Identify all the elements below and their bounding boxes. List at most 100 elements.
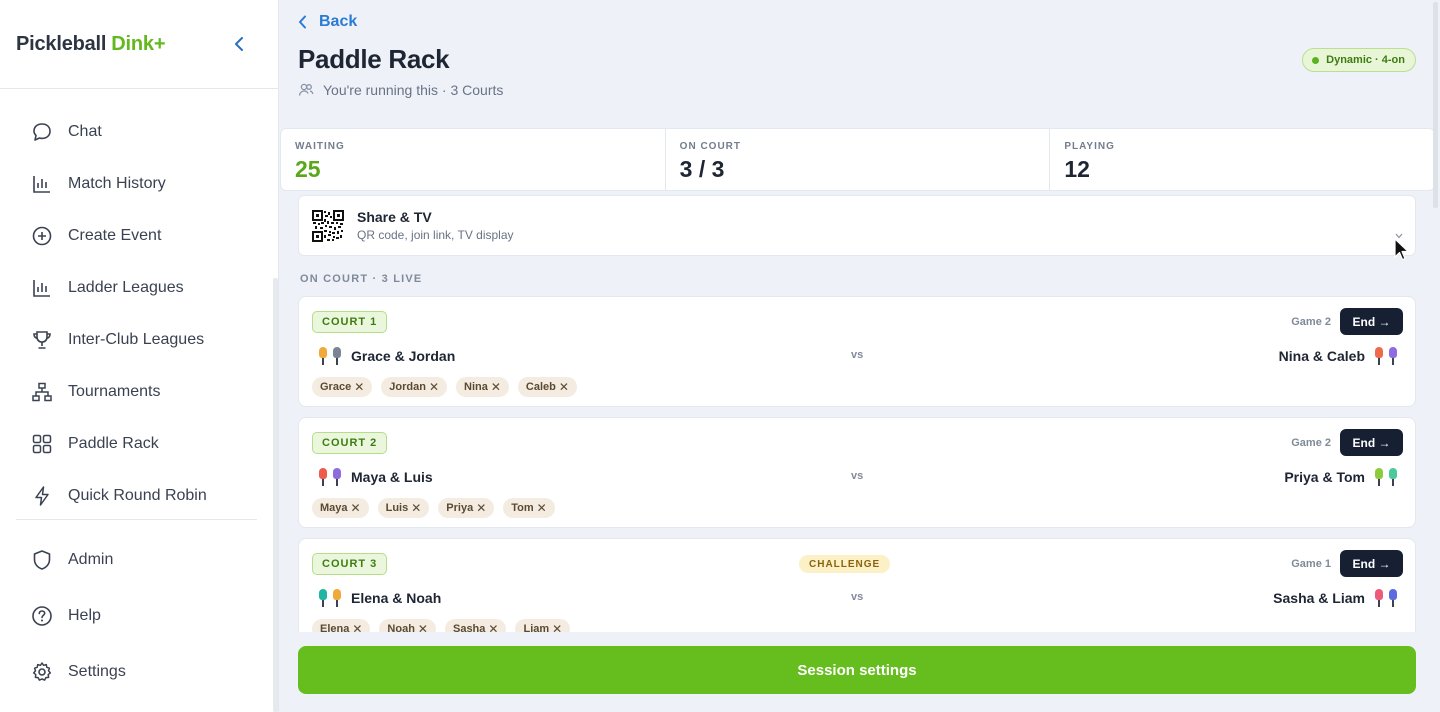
lightning-icon — [30, 484, 54, 508]
share-title: Share & TV — [357, 209, 432, 225]
remove-icon[interactable]: ✕ — [476, 501, 486, 515]
paddle-icon — [1375, 468, 1383, 486]
sidebar-item-label: Ladder Leagues — [68, 279, 184, 296]
player-chip-label: Caleb — [525, 381, 556, 393]
subtitle-text: You're running this · 3 Courts — [323, 82, 504, 98]
share-text: Share & TV QR code, join link, TV displa… — [357, 209, 514, 242]
sidebar-item-label: Inter-Club Leagues — [68, 331, 205, 348]
remove-icon[interactable]: ✕ — [559, 380, 569, 394]
sidebar-item-label: Paddle Rack — [68, 435, 159, 452]
stat-label: PLAYING — [1064, 141, 1115, 152]
back-label: Back — [319, 13, 358, 30]
paddle-icon — [319, 589, 327, 607]
sidebar-item-label: Tournaments — [68, 383, 161, 400]
sidebar-item-label: Quick Round Robin — [68, 487, 207, 504]
sidebar-bottom-nav: Admin Help Settings — [0, 532, 279, 700]
shield-icon — [30, 548, 54, 572]
main-scrollbar[interactable] — [1433, 2, 1438, 208]
remove-icon[interactable]: ✕ — [429, 380, 439, 394]
remove-icon[interactable]: ✕ — [354, 380, 364, 394]
help-circle-icon — [30, 604, 54, 628]
paddle-icon — [1375, 589, 1383, 607]
player-chip-label: Maya — [320, 502, 348, 514]
end-game-button[interactable]: End → — [1340, 429, 1403, 456]
team-left: Elena & Noah — [316, 589, 441, 607]
session-settings-button[interactable]: Session settings — [298, 646, 1416, 694]
team-right: Nina & Caleb — [1279, 347, 1400, 365]
team-left: Maya & Luis — [316, 468, 433, 486]
team-name: Nina & Caleb — [1278, 348, 1365, 364]
player-chip[interactable]: Priya ✕ — [438, 498, 495, 518]
sidebar-divider — [16, 519, 257, 520]
court-badge: COURT 2 — [312, 432, 388, 454]
sidebar-item-settings[interactable]: Settings — [0, 644, 279, 700]
sidebar-item-label: Create Event — [68, 227, 162, 244]
grid-icon — [30, 432, 54, 456]
mode-badge: Dynamic · 4-on — [1302, 48, 1416, 72]
collapse-sidebar-icon[interactable] — [230, 34, 248, 54]
end-game-button[interactable]: End → — [1340, 308, 1403, 335]
paddle-icon — [1389, 589, 1397, 607]
share-subtitle: QR code, join link, TV display — [357, 228, 514, 242]
player-chip-label: Nina — [464, 381, 488, 393]
sidebar-item-label: Settings — [68, 663, 126, 680]
player-chips: Grace ✕ Jordan ✕ Nina ✕ Caleb ✕ — [312, 377, 577, 397]
sidebar-item-paddle-rack[interactable]: Paddle Rack — [0, 418, 279, 470]
sidebar-item-chat[interactable]: Chat — [0, 106, 279, 158]
stats-bar: WAITING 25 ON COURT 3 / 3 PLAYING 12 — [280, 128, 1435, 191]
vs-label: vs — [851, 591, 864, 603]
bar-chart-icon — [30, 172, 54, 196]
player-chip[interactable]: Maya ✕ — [312, 498, 369, 518]
sidebar-item-create-event[interactable]: Create Event — [0, 210, 279, 262]
player-chip[interactable]: Grace ✕ — [312, 377, 373, 397]
sidebar-item-match-history[interactable]: Match History — [0, 158, 279, 210]
share-tv-panel[interactable]: Share & TV QR code, join link, TV displa… — [298, 195, 1416, 256]
game-number: Game 1 — [1291, 558, 1331, 570]
brand-header: Pickleball Dink+ — [0, 0, 278, 89]
app-logo[interactable]: Pickleball Dink+ — [16, 33, 166, 56]
trophy-icon — [30, 328, 54, 352]
sidebar-item-label: Chat — [68, 123, 102, 140]
paddle-icon — [333, 347, 341, 365]
end-game-button[interactable]: End → — [1340, 550, 1403, 577]
player-chip-label: Jordan — [389, 381, 426, 393]
paddle-icon — [333, 589, 341, 607]
remove-icon[interactable]: ✕ — [351, 501, 361, 515]
player-chip[interactable]: Caleb ✕ — [517, 377, 577, 397]
sidebar-item-help[interactable]: Help — [0, 588, 279, 644]
back-link[interactable]: Back — [298, 13, 357, 31]
sidebar-item-admin[interactable]: Admin — [0, 532, 279, 588]
challenge-badge: CHALLENGE — [799, 555, 891, 573]
team-name: Elena & Noah — [351, 590, 442, 606]
paddle-icon — [1389, 347, 1397, 365]
sidebar-scrollbar[interactable] — [273, 278, 278, 712]
player-chip[interactable]: Jordan ✕ — [381, 377, 448, 397]
status-dot-icon — [1312, 56, 1320, 64]
plus-circle-icon — [30, 224, 54, 248]
sidebar-item-ladder-leagues[interactable]: Ladder Leagues — [0, 262, 279, 314]
stat-playing: PLAYING 12 — [1050, 129, 1434, 190]
remove-icon[interactable]: ✕ — [411, 501, 421, 515]
sidebar-item-inter-club-leagues[interactable]: Inter-Club Leagues — [0, 314, 279, 366]
sidebar-item-label: Match History — [68, 175, 166, 192]
chevron-left-icon — [298, 15, 307, 29]
player-chip[interactable]: Luis ✕ — [377, 498, 430, 518]
sidebar: Pickleball Dink+ Chat Match History Creat… — [0, 0, 279, 712]
mode-badge-label: Dynamic · 4-on — [1326, 54, 1405, 66]
stat-label: WAITING — [295, 141, 345, 152]
player-chip-label: Luis — [385, 502, 409, 514]
bar-chart-icon — [30, 276, 54, 300]
player-chip[interactable]: Nina ✕ — [456, 377, 509, 397]
vs-label: vs — [851, 349, 864, 361]
stat-label: ON COURT — [679, 141, 742, 152]
player-chip[interactable]: Tom ✕ — [503, 498, 555, 518]
remove-icon[interactable]: ✕ — [537, 501, 547, 515]
paddle-icon — [319, 347, 327, 365]
court-badge: COURT 1 — [312, 311, 388, 333]
sidebar-item-quick-round-robin[interactable]: Quick Round Robin — [0, 470, 279, 522]
player-chip-label: Priya — [446, 502, 474, 514]
paddle-icon — [319, 468, 327, 486]
remove-icon[interactable]: ✕ — [491, 380, 501, 394]
page-title: Paddle Rack — [298, 44, 450, 74]
sidebar-item-tournaments[interactable]: Tournaments — [0, 366, 279, 418]
